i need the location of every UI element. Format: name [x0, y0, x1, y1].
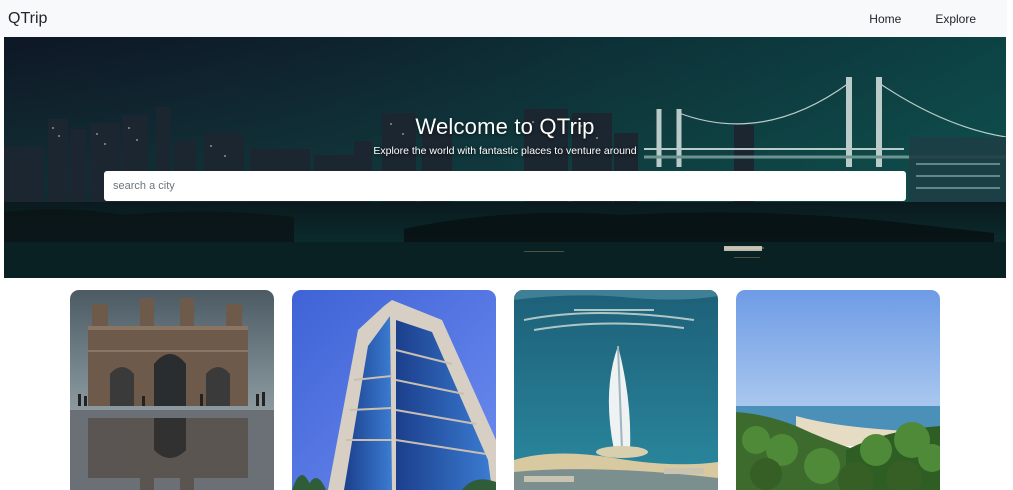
nav-links: Home Explore — [835, 12, 999, 26]
hero-subtitle: Explore the world with fantastic places … — [373, 145, 637, 157]
nav-link-home[interactable]: Home — [869, 12, 901, 26]
nav-link-explore[interactable]: Explore — [935, 12, 976, 26]
city-card-1[interactable]: gateway-arch-reflection — [70, 290, 274, 490]
city-card-3[interactable]: sail-hotel-island — [514, 290, 718, 490]
top-navbar: QTrip Home Explore — [0, 0, 1007, 37]
city-cards-row: gateway-arch-reflection — [70, 290, 940, 490]
gateway-arch-image — [70, 290, 274, 490]
hero-title: Welcome to QTrip — [415, 114, 595, 139]
city-card-2[interactable]: glass-skyscraper — [292, 290, 496, 490]
sail-hotel-image — [514, 290, 718, 490]
hero-content: Welcome to QTrip Explore the world with … — [4, 37, 1006, 278]
brand-logo-link[interactable]: QTrip — [8, 10, 47, 28]
hero-banner: Welcome to QTrip Explore the world with … — [4, 37, 1006, 278]
city-search-input[interactable] — [104, 171, 906, 201]
skyscraper-image — [292, 290, 496, 490]
city-card-4[interactable]: tropical-coastline — [736, 290, 940, 490]
tropical-coast-image — [736, 290, 940, 490]
